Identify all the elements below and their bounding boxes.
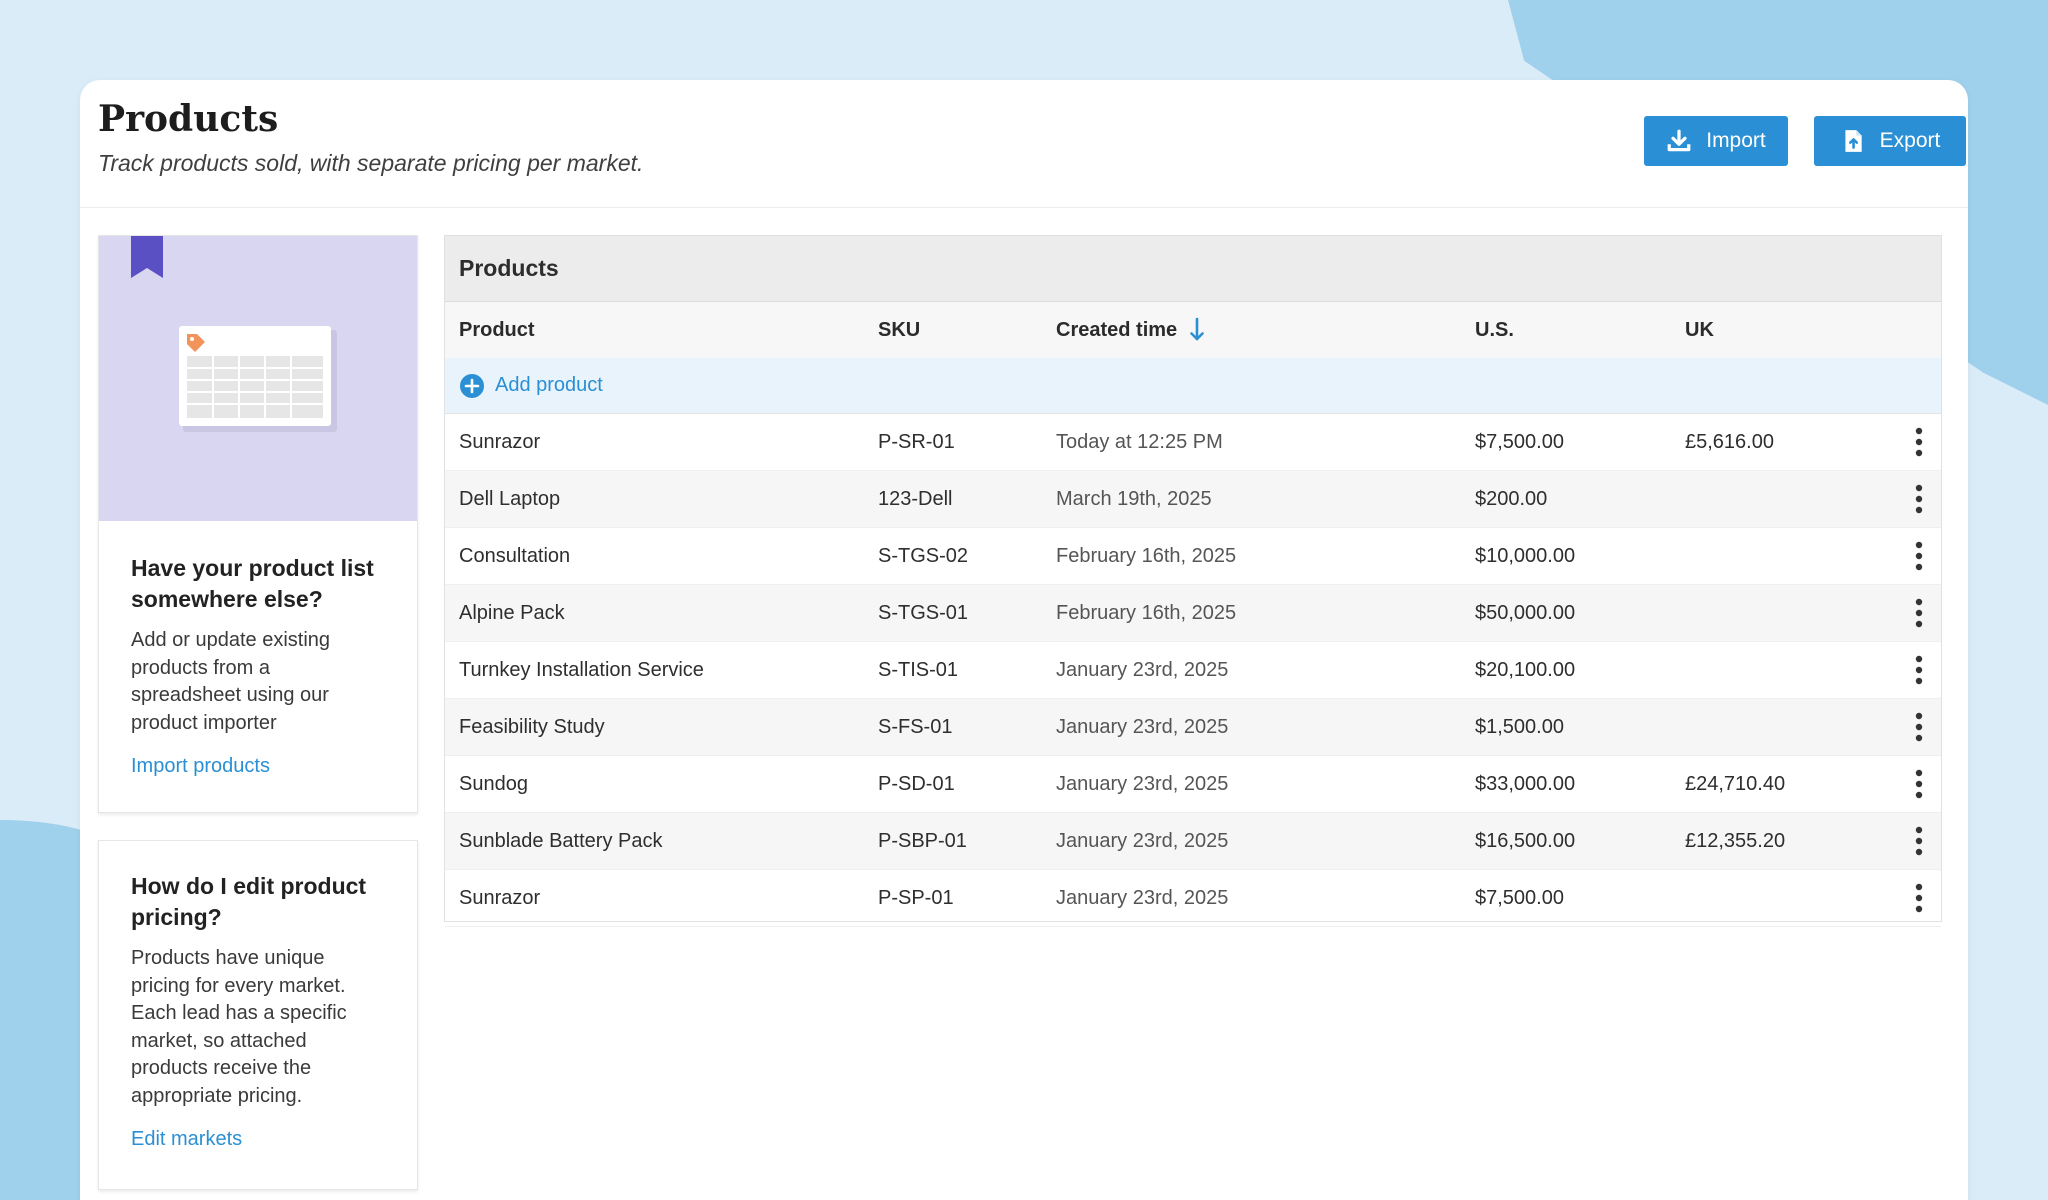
table-row[interactable]: Dell Laptop 123-Dell March 19th, 2025 $200.… [445,471,1941,528]
card-text: Add or update existing products from a s… [131,629,331,734]
cell-price-us: $33,000.00 [1475,772,1576,795]
column-header-us[interactable]: U.S. [1475,319,1514,342]
export-button[interactable]: Export [1814,116,1966,166]
page-subtitle: Track products sold, with separate prici… [98,150,644,176]
cell-sku: S-TGS-02 [878,544,969,567]
import-help-card: Have your product list somewhere else? A… [98,235,418,813]
table-row[interactable]: Turnkey Installation Service S-TIS-01 Janu… [445,642,1941,699]
add-product-row: Add product [445,358,1941,414]
kebab-menu-icon[interactable] [1907,655,1931,685]
cell-sku: P-SP-01 [878,886,954,909]
table-row[interactable]: Sunrazor P-SP-01 January 23rd, 2025 $7,500.… [445,870,1941,927]
cell-price-us: $200.00 [1475,487,1548,510]
table-row[interactable]: Sunrazor P-SR-01 Today at 12:25 PM $7,500.0… [445,414,1941,471]
cell-created-time: January 23rd, 2025 [1056,829,1229,852]
plus-circle-icon [460,373,484,398]
column-header-created-label: Created time [1056,318,1178,341]
download-icon [1667,129,1691,152]
spreadsheet-illustration [179,326,337,432]
cell-product: Sundog [459,772,528,795]
column-header-uk[interactable]: UK [1685,319,1714,342]
cell-price-us: $7,500.00 [1475,886,1564,909]
kebab-menu-icon[interactable] [1907,712,1931,742]
column-header-sku[interactable]: SKU [878,319,920,342]
cell-sku: P-SR-01 [878,430,955,453]
cell-product: Consultation [459,544,571,567]
cell-created-time: February 16th, 2025 [1056,601,1237,624]
import-products-link[interactable]: Import products [131,755,385,778]
page-header: Products Track products sold, with separ… [80,80,1968,208]
cell-product: Turnkey Installation Service [459,658,704,681]
card-title: Have your product list somewhere else? [131,555,374,612]
cell-product: Sunblade Battery Pack [459,829,663,852]
table-row[interactable]: Sundog P-SD-01 January 23rd, 2025 $33,000.0… [445,756,1941,813]
export-button-label: Export [1879,129,1941,152]
table-row[interactable]: Feasibility Study S-FS-01 January 23rd, 20… [445,699,1941,756]
card-illustration [99,236,417,521]
kebab-menu-icon[interactable] [1907,541,1931,571]
cell-product: Dell Laptop [459,487,561,510]
column-header-product[interactable]: Product [459,319,535,342]
cell-created-time: January 23rd, 2025 [1056,658,1229,681]
kebab-menu-icon[interactable] [1907,826,1931,856]
cell-product: Sunrazor [459,886,541,909]
pricing-help-card: How do I edit product pricing? Products … [98,840,418,1190]
cell-sku: S-TGS-01 [878,601,969,624]
bookmark-icon [131,236,163,278]
table-row[interactable]: Alpine Pack S-TGS-01 February 16th, 2025 $5… [445,585,1941,642]
cell-created-time: January 23rd, 2025 [1056,772,1229,795]
kebab-menu-icon[interactable] [1907,484,1931,514]
cell-product: Feasibility Study [459,715,605,738]
cell-price-us: $50,000.00 [1475,601,1576,624]
cell-created-time: January 23rd, 2025 [1056,715,1229,738]
cell-price-uk: £12,355.20 [1685,829,1786,852]
kebab-menu-icon[interactable] [1907,883,1931,913]
card-title: How do I edit product pricing? [131,873,367,930]
import-button-label: Import [1706,129,1766,152]
add-product-label: Add product [495,374,603,396]
products-table-panel: Products Product SKU Created time U.S. U… [444,235,1942,927]
cell-price-us: $7,500.00 [1475,430,1564,453]
cell-created-time: Today at 12:25 PM [1056,430,1223,453]
app-window: Products Track products sold, with separ… [80,80,1968,1200]
cell-created-time: March 19th, 2025 [1056,487,1212,510]
cell-price-uk: £24,710.40 [1685,772,1786,795]
cell-product: Alpine Pack [459,601,565,624]
cell-created-time: February 16th, 2025 [1056,544,1237,567]
kebab-menu-icon[interactable] [1907,598,1931,628]
cell-created-time: January 23rd, 2025 [1056,886,1229,909]
cell-sku: P-SBP-01 [878,829,967,852]
cell-sku: 123-Dell [878,487,953,510]
table-body: Sunrazor P-SR-01 Today at 12:25 PM $7,500.0… [445,414,1941,927]
cell-price-us: $10,000.00 [1475,544,1576,567]
cell-product: Sunrazor [459,430,541,453]
column-header-created-time[interactable]: Created time [1056,317,1205,343]
kebab-menu-icon[interactable] [1907,427,1931,457]
cell-price-us: $1,500.00 [1475,715,1564,738]
cell-price-uk: £5,616.00 [1685,430,1774,453]
file-export-icon [1845,130,1862,152]
table-row[interactable]: Sunblade Battery Pack P-SBP-01 January 23r… [445,813,1941,870]
cell-sku: S-FS-01 [878,715,953,738]
import-button[interactable]: Import [1644,116,1788,166]
cell-sku: P-SD-01 [878,772,955,795]
card-text: Products have unique pricing for every m… [131,947,347,1107]
edit-markets-link[interactable]: Edit markets [131,1128,385,1151]
page-title: Products [98,98,279,140]
cell-price-us: $16,500.00 [1475,829,1576,852]
cell-sku: S-TIS-01 [878,658,959,681]
add-product-button[interactable]: Add product [459,373,603,399]
table-title: Products [445,236,1941,302]
table-row[interactable]: Consultation S-TGS-02 February 16th, 2025 $… [445,528,1941,585]
arrow-down-icon [1190,317,1204,341]
kebab-menu-icon[interactable] [1907,769,1931,799]
cell-price-us: $20,100.00 [1475,658,1576,681]
table-header-row: Product SKU Created time U.S. UK [445,302,1941,358]
